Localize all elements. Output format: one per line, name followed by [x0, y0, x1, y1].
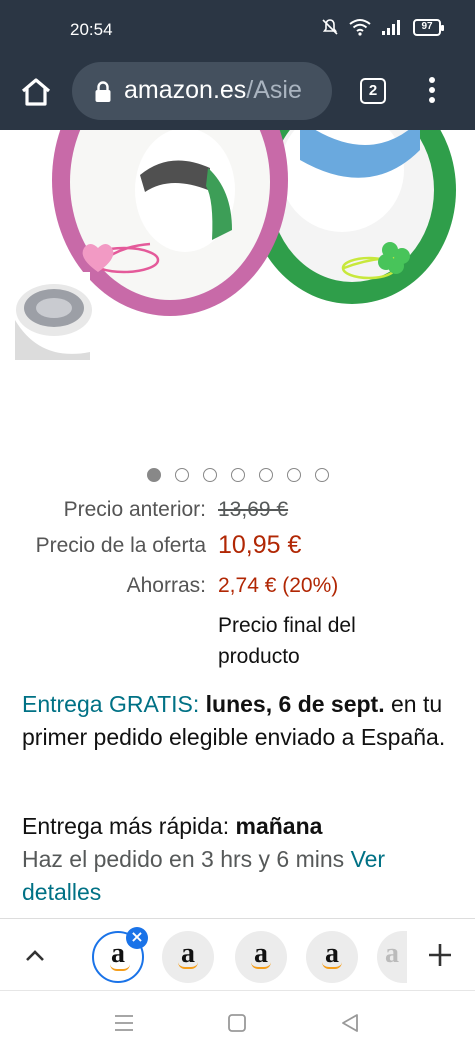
carousel-dot[interactable]	[314, 468, 329, 482]
tab-thumb-5[interactable]: a	[377, 931, 407, 983]
browser-toolbar: amazon.es/Asie 2	[0, 58, 475, 130]
carousel-dot[interactable]	[230, 468, 245, 482]
previous-price-value: 13,69 €	[218, 498, 289, 521]
back-icon[interactable]	[340, 1013, 360, 1033]
image-carousel-dots[interactable]	[0, 468, 475, 482]
mute-notification-icon	[322, 19, 338, 35]
battery-icon: 97	[413, 18, 444, 36]
signal-icon	[382, 20, 400, 35]
lock-icon	[95, 81, 111, 102]
carousel-dot[interactable]	[146, 468, 161, 482]
home-button[interactable]	[18, 74, 54, 110]
url-text: amazon.es/Asie	[124, 76, 324, 105]
overflow-menu-button[interactable]	[422, 74, 442, 108]
carousel-dot[interactable]	[286, 468, 301, 482]
address-bar[interactable]: amazon.es/Asie	[72, 62, 332, 120]
final-price-note: Precio final del producto	[218, 614, 356, 668]
url-domain: amazon.es	[124, 76, 247, 104]
status-time: 20:54	[70, 20, 113, 39]
recent-apps-icon[interactable]	[113, 1013, 135, 1033]
carousel-dot[interactable]	[202, 468, 217, 482]
savings-value: 2,74 € (20%)	[218, 574, 339, 597]
deal-price-value: 10,95 €	[218, 531, 302, 559]
product-image[interactable]	[0, 130, 475, 460]
tab-thumb-2[interactable]: a	[162, 931, 214, 983]
url-path: /Asie	[246, 76, 302, 104]
status-bar: 20:54 97	[0, 0, 475, 58]
deal-price-label: Precio de la oferta	[35, 534, 206, 557]
delivery-info: Entrega GRATIS: lunes, 6 de sept. en tu …	[22, 688, 462, 754]
system-navigation-bar	[0, 990, 475, 1056]
home-nav-icon[interactable]	[227, 1013, 247, 1033]
fastest-delivery-date: mañana	[235, 813, 323, 839]
order-countdown: Haz el pedido en 3 hrs y 6 mins	[22, 846, 351, 872]
tab-strip: a × a a a a	[0, 918, 475, 990]
status-icons: 97	[321, 18, 444, 36]
new-tab-icon[interactable]	[424, 939, 456, 971]
carousel-dot[interactable]	[174, 468, 189, 482]
fastest-delivery-label: Entrega más rápida:	[22, 813, 236, 839]
previous-price-label: Precio anterior:	[63, 498, 206, 521]
tab-switcher-button[interactable]: 2	[360, 78, 386, 104]
savings-label: Ahorras:	[126, 574, 206, 597]
tab-thumb-3[interactable]: a	[235, 931, 287, 983]
amazon-icon: a	[385, 938, 399, 969]
toilet-seat-cover-image	[15, 130, 456, 360]
close-tab-icon[interactable]: ×	[126, 927, 148, 949]
tab-thumb-4[interactable]: a	[306, 931, 358, 983]
wifi-icon	[349, 19, 371, 36]
chevron-up-icon[interactable]	[22, 943, 48, 969]
fastest-delivery-info: Entrega más rápida: mañana Haz el pedido…	[22, 810, 462, 909]
carousel-dot[interactable]	[258, 468, 273, 482]
free-delivery-label: Entrega GRATIS:	[22, 691, 200, 717]
delivery-date: lunes, 6 de sept.	[205, 691, 385, 717]
home-icon	[21, 78, 51, 106]
